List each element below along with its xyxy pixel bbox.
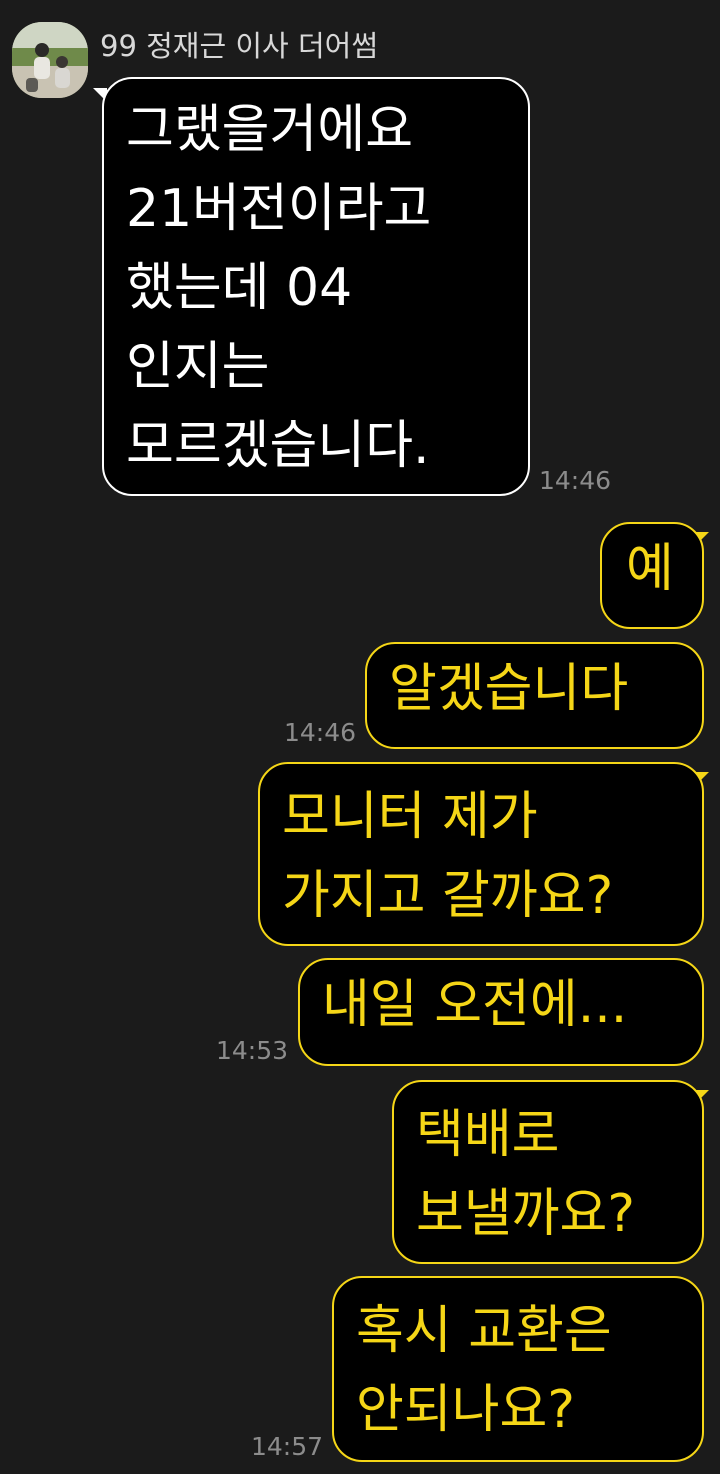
outgoing-message-bubble[interactable]: 내일 오전에...	[298, 958, 704, 1066]
message-timestamp: 14:57	[251, 1432, 324, 1461]
message-timestamp: 14:53	[216, 1036, 289, 1065]
outgoing-message-bubble[interactable]: 예	[600, 522, 704, 629]
message-timestamp: 14:46	[539, 466, 612, 495]
outgoing-message-bubble[interactable]: 모니터 제가 가지고 갈까요?	[258, 762, 704, 946]
outgoing-message-bubble[interactable]: 알겠습니다	[365, 642, 704, 749]
message-timestamp: 14:46	[284, 718, 357, 747]
outgoing-message-bubble[interactable]: 혹시 교환은 안되나요?	[332, 1276, 704, 1462]
avatar[interactable]	[12, 22, 88, 98]
incoming-message-bubble[interactable]: 그랬을거에요 21버전이라고 했는데 04 인지는 모르겠습니다.	[102, 77, 530, 496]
profile-photo	[12, 22, 88, 98]
outgoing-message-bubble[interactable]: 택배로 보낼까요?	[392, 1080, 704, 1264]
sender-name: 99 정재근 이사 더어썸	[100, 29, 378, 63]
